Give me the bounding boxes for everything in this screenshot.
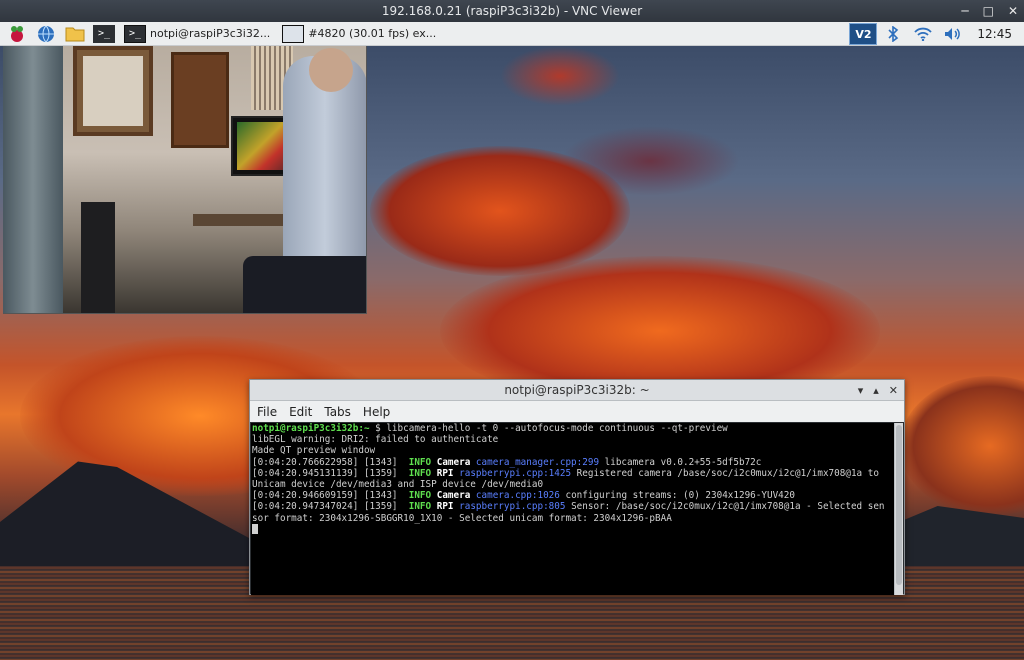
vnc-server-icon[interactable]: V2 xyxy=(849,23,878,45)
preview-curtain xyxy=(3,46,63,313)
log-message: configuring streams: (0) 2304x1296-YUV42… xyxy=(559,490,795,502)
log-category: Camera xyxy=(431,490,476,502)
menu-help[interactable]: Help xyxy=(363,405,390,419)
terminal-line: [0:04:20.947347024] [1359] INFO RPI rasp… xyxy=(252,501,894,512)
terminal-line: Made QT preview window xyxy=(252,445,376,457)
terminal-line: [0:04:20.945131139] [1359] INFO RPI rasp… xyxy=(252,468,894,479)
command-text: $ libcamera-hello -t 0 --autofocus-mode … xyxy=(369,423,728,434)
terminal-launcher-icon[interactable]: >_ xyxy=(92,23,116,45)
menu-tabs[interactable]: Tabs xyxy=(324,405,351,419)
terminal-maximize-button[interactable]: ▴ xyxy=(873,384,879,397)
log-source: camera.cpp:1026 xyxy=(475,490,560,502)
task-preview-label: #4820 (30.01 fps) ex... xyxy=(308,27,437,40)
terminal-minimize-button[interactable]: ▾ xyxy=(858,384,864,397)
log-level: INFO xyxy=(408,501,432,513)
wallpaper-cloud xyxy=(370,146,630,276)
preview-speaker xyxy=(81,202,115,313)
terminal-output[interactable]: notpi@raspiP3c3i32b:~ $ libcamera-hello … xyxy=(251,423,895,595)
camera-preview-window[interactable] xyxy=(3,46,367,314)
vnc-title-bar: 192.168.0.21 (raspiP3c3i32b) - VNC Viewe… xyxy=(0,0,1024,22)
system-tray: V2 12:45 xyxy=(847,22,1024,46)
preview-person-head xyxy=(309,48,353,92)
log-message: Sensor: /base/soc/i2c0mux/i2c@1/imx708@1… xyxy=(565,501,885,513)
log-source: camera_manager.cpp:299 xyxy=(475,456,600,468)
log-timestamp: [0:04:20.766622958] [1343] xyxy=(252,456,409,468)
volume-icon[interactable] xyxy=(939,23,967,45)
log-category: RPI xyxy=(431,467,460,479)
vnc-title: 192.168.0.21 (raspiP3c3i32b) - VNC Viewe… xyxy=(381,4,643,18)
menu-edit[interactable]: Edit xyxy=(289,405,312,419)
log-message: Registered camera /base/soc/i2c0mux/i2c@… xyxy=(571,467,879,479)
bluetooth-icon[interactable] xyxy=(879,23,907,45)
vnc-close-button[interactable]: ✕ xyxy=(1008,4,1018,18)
terminal-menu-bar: File Edit Tabs Help xyxy=(250,401,904,422)
log-level: INFO xyxy=(408,467,432,479)
vnc-maximize-button[interactable]: □ xyxy=(983,4,994,18)
log-level: INFO xyxy=(408,456,432,468)
vnc-window-controls: ─ □ ✕ xyxy=(961,0,1018,22)
terminal-window-controls: ▾ ▴ ✕ xyxy=(858,380,898,401)
preview-cabinet xyxy=(171,52,229,148)
clock[interactable]: 12:45 xyxy=(967,27,1024,41)
terminal-line: Unicam device /dev/media3 and ISP device… xyxy=(252,479,544,491)
terminal-line xyxy=(252,524,894,535)
terminal-title: notpi@raspiP3c3i32b: ~ xyxy=(504,383,650,397)
task-terminal-label: notpi@raspiP3c3i32... xyxy=(150,27,271,40)
log-category: RPI xyxy=(431,501,460,513)
preview-window-frame xyxy=(73,46,153,136)
log-message: libcamera v0.0.2+55-5df5b72c xyxy=(599,456,762,468)
terminal-icon: >_ xyxy=(124,24,146,43)
terminal-line: sor format: 2304x1296-SBGGR10_1X10 - Sel… xyxy=(252,512,672,524)
terminal-title-bar[interactable]: notpi@raspiP3c3i32b: ~ ▾ ▴ ✕ xyxy=(250,380,904,401)
log-source: raspberrypi.cpp:805 xyxy=(459,501,566,513)
log-timestamp: [0:04:20.945131139] [1359] xyxy=(252,467,409,479)
shell-prompt: notpi@raspiP3c3i32b:~ xyxy=(252,423,370,434)
web-browser-icon[interactable] xyxy=(34,23,58,45)
log-timestamp: [0:04:20.947347024] [1359] xyxy=(252,501,409,513)
log-source: raspberrypi.cpp:1425 xyxy=(459,467,572,479)
terminal-cursor xyxy=(252,524,258,535)
vnc-minimize-button[interactable]: ─ xyxy=(961,4,968,18)
preview-person-legs xyxy=(243,256,366,313)
log-category: Camera xyxy=(431,456,476,468)
scrollbar-thumb[interactable] xyxy=(896,425,902,585)
file-manager-icon[interactable] xyxy=(63,23,87,45)
terminal-line: [0:04:20.766622958] [1343] INFO Camera c… xyxy=(252,457,894,468)
raspberry-menu-icon[interactable] xyxy=(5,23,29,45)
task-terminal[interactable]: >_ notpi@raspiP3c3i32... xyxy=(120,23,274,45)
wifi-icon[interactable] xyxy=(909,23,937,45)
preview-window-icon xyxy=(282,24,305,43)
log-level: INFO xyxy=(408,490,432,502)
terminal-window[interactable]: notpi@raspiP3c3i32b: ~ ▾ ▴ ✕ File Edit T… xyxy=(249,379,905,595)
taskbar: >_ >_ notpi@raspiP3c3i32... #4820 (30.01… xyxy=(0,22,1024,46)
task-camera-preview[interactable]: #4820 (30.01 fps) ex... xyxy=(278,23,440,45)
wallpaper-cloud xyxy=(500,46,620,106)
terminal-line: notpi@raspiP3c3i32b:~ $ libcamera-hello … xyxy=(252,423,894,434)
terminal-close-button[interactable]: ✕ xyxy=(889,384,898,397)
terminal-line: libEGL warning: DRI2: failed to authenti… xyxy=(252,434,499,446)
terminal-line: [0:04:20.946609159] [1343] INFO Camera c… xyxy=(252,490,894,501)
log-timestamp: [0:04:20.946609159] [1343] xyxy=(252,490,409,502)
wallpaper-cloud xyxy=(900,376,1024,516)
terminal-scrollbar[interactable] xyxy=(894,423,903,595)
menu-file[interactable]: File xyxy=(257,405,277,419)
